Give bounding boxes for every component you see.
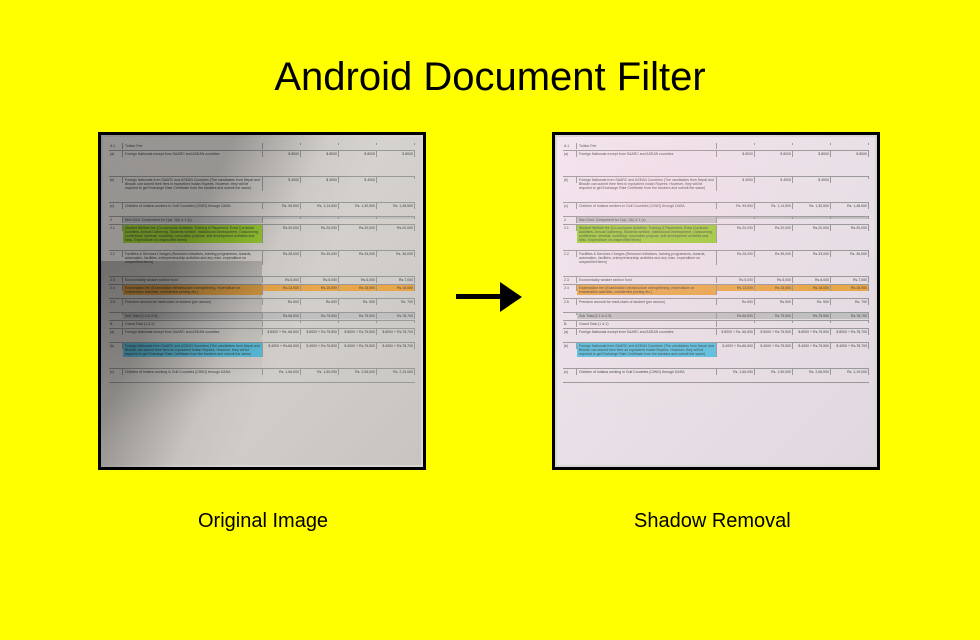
page-title: Android Document Filter: [274, 55, 705, 100]
doc-table-right: A.1Tuition Fee(a)Foreign Nationals excep…: [557, 137, 875, 465]
caption-original: Original Image: [198, 510, 328, 533]
original-image: A.1Tuition Fee(a)Foreign Nationals excep…: [98, 132, 426, 470]
arrow-icon: [456, 276, 526, 316]
caption-processed: Shadow Removal: [634, 510, 791, 533]
processed-image: A.1Tuition Fee(a)Foreign Nationals excep…: [552, 132, 880, 470]
doc-table-left: A.1Tuition Fee(a)Foreign Nationals excep…: [103, 137, 421, 465]
